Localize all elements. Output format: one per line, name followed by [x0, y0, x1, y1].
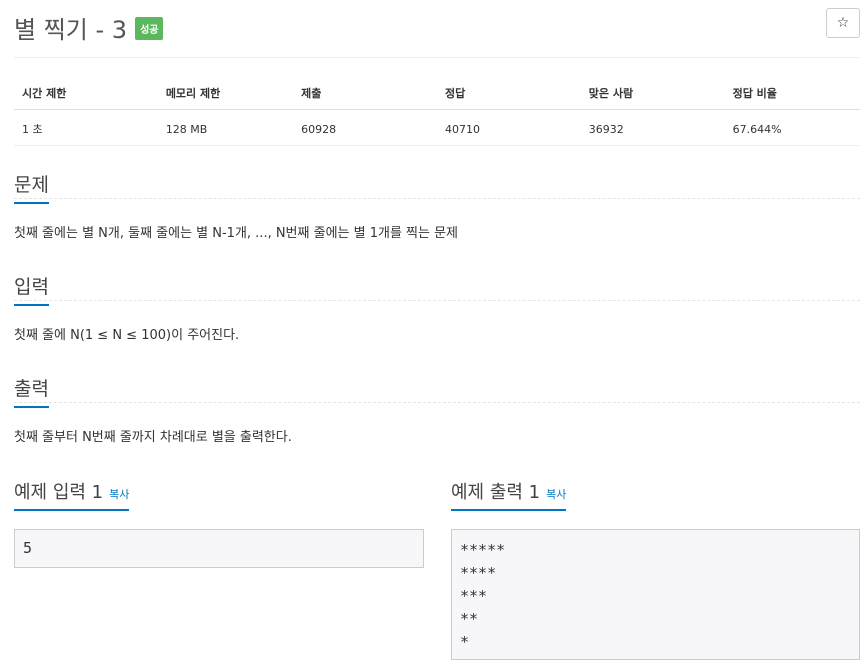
page-title: 별 찍기 - 3 성공: [14, 10, 164, 45]
output-section-head: 출력: [14, 372, 860, 408]
time-limit-value: 1 초: [14, 109, 158, 146]
input-heading: 입력: [14, 272, 49, 306]
problem-section-head: 문제: [14, 168, 860, 204]
input-description: 첫째 줄에 N(1 ≤ N ≤ 100)이 주어진다.: [14, 328, 240, 343]
sample-output-heading: 예제 출력 1 복사: [451, 478, 567, 511]
sample-input-title: 예제 입력 1: [14, 482, 104, 503]
star-icon: ☆: [836, 15, 850, 31]
header-submissions: 제출: [293, 80, 437, 110]
input-section-head: 입력: [14, 270, 860, 306]
output-section: 출력 첫째 줄부터 N번째 줄까지 차례대로 별을 출력한다.: [14, 372, 860, 445]
sample-output-title: 예제 출력 1: [451, 482, 541, 503]
problem-page: 별 찍기 - 3 성공 ☆ 시간 제한 메모리 제한 제출 정답 맞은 사람 정답…: [0, 0, 868, 669]
sample-output-box[interactable]: ***** **** *** ** *: [451, 529, 860, 660]
header-ratio: 정답 비율: [724, 80, 860, 110]
status-badge: 성공: [135, 16, 164, 40]
sample-output-column: 예제 출력 1 복사: [451, 478, 860, 511]
accepted-value: 40710: [436, 109, 581, 146]
problem-heading: 문제: [14, 170, 49, 204]
problem-section: 문제 첫째 줄에는 별 N개, 둘째 줄에는 별 N-1개, ..., N번째 …: [14, 168, 860, 241]
submissions-value: 60928: [293, 109, 437, 146]
ratio-value: 67.644%: [724, 109, 860, 146]
output-description: 첫째 줄부터 N번째 줄까지 차례대로 별을 출력한다.: [14, 430, 292, 445]
memory-limit-value: 128 MB: [157, 109, 294, 146]
output-heading: 출력: [14, 374, 49, 408]
sample-input-heading: 예제 입력 1 복사: [14, 478, 130, 511]
sample-input-head: 예제 입력 1 복사: [14, 478, 424, 511]
sample-output-head: 예제 출력 1 복사: [451, 478, 860, 511]
header-accepted: 정답: [436, 80, 581, 110]
sample-input-column: 예제 입력 1 복사: [14, 478, 424, 511]
favorite-button[interactable]: ☆: [826, 8, 860, 38]
header-time-limit: 시간 제한: [14, 80, 158, 110]
info-header-row: 시간 제한 메모리 제한 제출 정답 맞은 사람 정답 비율: [14, 80, 860, 110]
header-memory-limit: 메모리 제한: [157, 80, 294, 110]
copy-sample-output-link[interactable]: 복사: [546, 488, 566, 501]
sample-input-box[interactable]: 5: [14, 529, 424, 568]
problem-info-table: 시간 제한 메모리 제한 제출 정답 맞은 사람 정답 비율 1 초 128 M…: [14, 80, 860, 146]
copy-sample-input-link[interactable]: 복사: [109, 488, 129, 501]
solvers-value: 36932: [580, 109, 725, 146]
problem-title: 별 찍기 - 3: [14, 16, 128, 44]
problem-description: 첫째 줄에는 별 N개, 둘째 줄에는 별 N-1개, ..., N번째 줄에는…: [14, 226, 459, 241]
title-row: 별 찍기 - 3 성공 ☆: [14, 0, 860, 58]
header-solvers: 맞은 사람: [580, 80, 725, 110]
input-section: 입력 첫째 줄에 N(1 ≤ N ≤ 100)이 주어진다.: [14, 270, 860, 343]
info-value-row: 1 초 128 MB 60928 40710 36932 67.644%: [14, 109, 860, 146]
